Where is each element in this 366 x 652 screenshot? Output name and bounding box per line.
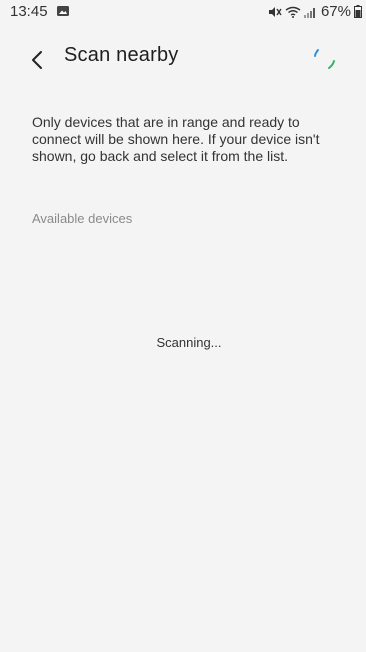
battery-icon	[354, 5, 362, 18]
status-bar: 13:45 67%	[0, 0, 366, 28]
gallery-icon	[57, 6, 69, 16]
header: Scan nearby	[0, 38, 366, 82]
mute-icon	[268, 6, 282, 17]
wifi-icon	[285, 6, 301, 18]
status-icons: 67%	[267, 3, 362, 20]
available-devices-label: Available devices	[32, 211, 133, 226]
battery-percentage: 67%	[320, 3, 351, 20]
chevron-left-icon	[32, 51, 42, 69]
signal-icon	[303, 7, 315, 18]
page-title: Scan nearby	[64, 44, 179, 66]
scanning-status: Scanning...	[156, 335, 222, 350]
description-text: Only devices that are in range and ready…	[32, 114, 320, 164]
loading-spinner-icon	[314, 49, 335, 69]
status-time: 13:45	[10, 3, 48, 20]
back-button[interactable]	[24, 46, 52, 74]
